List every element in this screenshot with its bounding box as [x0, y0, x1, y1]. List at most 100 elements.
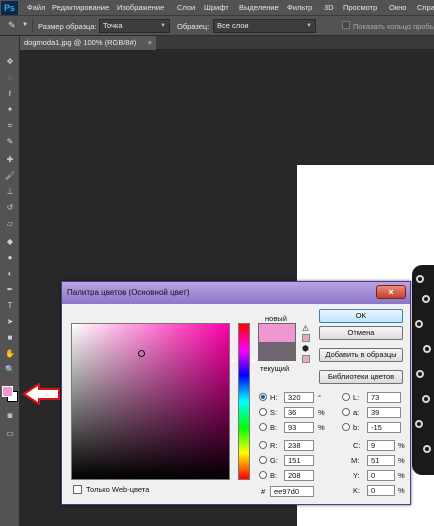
quick-select-tool-icon[interactable]: ✦: [3, 104, 17, 116]
move-tool-icon[interactable]: ✥: [3, 56, 17, 68]
lab-a-input[interactable]: 39: [367, 407, 401, 418]
screen-mode-icon[interactable]: ▭: [3, 428, 17, 440]
chevron-down-icon[interactable]: ▼: [22, 22, 28, 28]
history-brush-tool-icon[interactable]: ↺: [3, 202, 17, 214]
add-to-swatches-button[interactable]: Добавить в образцы: [319, 348, 403, 362]
web-colors-only-checkbox[interactable]: [73, 485, 82, 494]
show-ring-checkbox[interactable]: [342, 21, 350, 29]
divider: [32, 19, 33, 33]
lab-b-label: b:: [353, 423, 360, 432]
blue-input[interactable]: 208: [284, 470, 314, 481]
hue-slider[interactable]: [238, 323, 250, 480]
type-tool-icon[interactable]: T: [3, 300, 17, 312]
path-select-tool-icon[interactable]: ➤: [3, 316, 17, 328]
rectangle-tool-icon[interactable]: ■: [3, 332, 17, 344]
blur-tool-icon[interactable]: ●: [3, 252, 17, 264]
lab-l-input[interactable]: 73: [367, 392, 401, 403]
cyan-label: C:: [353, 441, 361, 450]
menu-window[interactable]: Окно: [389, 3, 406, 12]
lasso-tool-icon[interactable]: ℓ: [3, 88, 17, 100]
lab-b-input[interactable]: -15: [367, 422, 401, 433]
saturation-label: S:: [270, 408, 278, 417]
hue-radio[interactable]: [259, 393, 267, 401]
hex-label: #: [261, 487, 266, 496]
magenta-input[interactable]: 51: [367, 455, 395, 466]
dialog-close-button[interactable]: ×: [376, 285, 406, 299]
lab-l-label: L:: [353, 393, 360, 402]
hex-input[interactable]: ee97d0: [270, 486, 314, 497]
menu-image[interactable]: Изображение: [117, 3, 164, 12]
document-tab[interactable]: dogmoda1.jpg @ 100% (RGB/8#) ×: [20, 36, 156, 50]
foreground-color-swatch[interactable]: [2, 386, 13, 397]
green-input[interactable]: 151: [284, 455, 314, 466]
hue-slider-handle-left[interactable]: [232, 358, 236, 364]
hue-input[interactable]: 320: [284, 392, 314, 403]
magenta-unit: %: [398, 456, 405, 465]
lab-a-radio[interactable]: [342, 408, 350, 416]
ok-button[interactable]: OK: [319, 309, 403, 323]
menu-edit[interactable]: Редактирование: [52, 3, 109, 12]
menu-type[interactable]: Шрифт: [204, 3, 229, 12]
menu-3d[interactable]: 3D: [324, 3, 334, 12]
lab-b-radio[interactable]: [342, 423, 350, 431]
green-radio[interactable]: [259, 456, 267, 464]
sample-size-select[interactable]: Точка ▼: [99, 19, 170, 33]
brightness-radio[interactable]: [259, 423, 267, 431]
gamut-color-swatch[interactable]: [302, 334, 310, 342]
tools-panel: ✥ ◌ ℓ ✦ ⌗ ✎ ✚ 🖌 ⊥ ↺ ▱ ◆ ● ◐ ✒ T ➤ ■ ✋ 🔍 …: [0, 36, 20, 526]
saturation-unit: %: [318, 408, 325, 417]
menu-select[interactable]: Выделение: [239, 3, 279, 12]
magenta-label: M:: [351, 456, 360, 465]
eyedropper-tool-icon[interactable]: ✎: [3, 136, 17, 148]
menu-layers[interactable]: Слои: [177, 3, 195, 12]
current-color-swatch[interactable]: [258, 342, 296, 361]
menu-help[interactable]: Спра: [417, 3, 434, 12]
foreground-background-swatches[interactable]: [2, 386, 18, 402]
sample-layers-select[interactable]: Все слои ▼: [213, 19, 316, 33]
hue-slider-handle-right[interactable]: [251, 358, 255, 364]
blue-radio[interactable]: [259, 471, 267, 479]
current-color-label: текущий: [260, 364, 290, 373]
saturation-radio[interactable]: [259, 408, 267, 416]
black-unit: %: [398, 486, 405, 495]
quick-mask-icon[interactable]: ◙: [3, 410, 17, 422]
lab-l-radio[interactable]: [342, 393, 350, 401]
menu-file[interactable]: Файл: [27, 3, 45, 12]
red-radio[interactable]: [259, 441, 267, 449]
cancel-button[interactable]: Отмена: [319, 326, 403, 340]
brightness-input[interactable]: 93: [284, 422, 314, 433]
new-color-swatch: [258, 323, 296, 342]
lab-a-label: a:: [353, 408, 360, 417]
close-icon[interactable]: ×: [148, 36, 152, 50]
color-libraries-button[interactable]: Библиотеки цветов: [319, 370, 403, 384]
web-cube-icon[interactable]: ⬢: [302, 344, 309, 353]
eyedropper-icon[interactable]: ✎: [8, 20, 16, 31]
menu-view[interactable]: Просмотр: [343, 3, 377, 12]
options-bar: ✎ ▼ Размер образца: Точка ▼ Образец: Все…: [0, 16, 434, 36]
color-field[interactable]: [71, 323, 230, 480]
black-input[interactable]: 0: [367, 485, 395, 496]
crop-tool-icon[interactable]: ⌗: [3, 120, 17, 132]
healing-brush-tool-icon[interactable]: ✚: [3, 154, 17, 166]
chevron-down-icon: ▼: [160, 23, 166, 29]
warning-icon[interactable]: ⚠: [302, 324, 309, 333]
brush-tool-icon[interactable]: 🖌: [3, 170, 17, 182]
paint-bucket-tool-icon[interactable]: ◆: [3, 236, 17, 248]
hand-tool-icon[interactable]: ✋: [3, 348, 17, 360]
cyan-input[interactable]: 9: [367, 440, 395, 451]
blue-label: B:: [270, 471, 278, 480]
clone-stamp-tool-icon[interactable]: ⊥: [3, 186, 17, 198]
marquee-tool-icon[interactable]: ◌: [3, 72, 17, 84]
color-picker-circle[interactable]: [138, 350, 145, 357]
saturation-input[interactable]: 36: [284, 407, 314, 418]
menu-filter[interactable]: Фильтр: [287, 3, 312, 12]
yellow-input[interactable]: 0: [367, 470, 395, 481]
pen-tool-icon[interactable]: ✒: [3, 284, 17, 296]
dialog-title: Палитра цветов (Основной цвет): [67, 288, 190, 297]
new-color-label: новый: [265, 314, 287, 323]
web-safe-color-swatch[interactable]: [302, 355, 310, 363]
eraser-tool-icon[interactable]: ▱: [3, 218, 17, 230]
red-input[interactable]: 238: [284, 440, 314, 451]
zoom-tool-icon[interactable]: 🔍: [3, 364, 17, 376]
dodge-tool-icon[interactable]: ◐: [3, 268, 17, 280]
